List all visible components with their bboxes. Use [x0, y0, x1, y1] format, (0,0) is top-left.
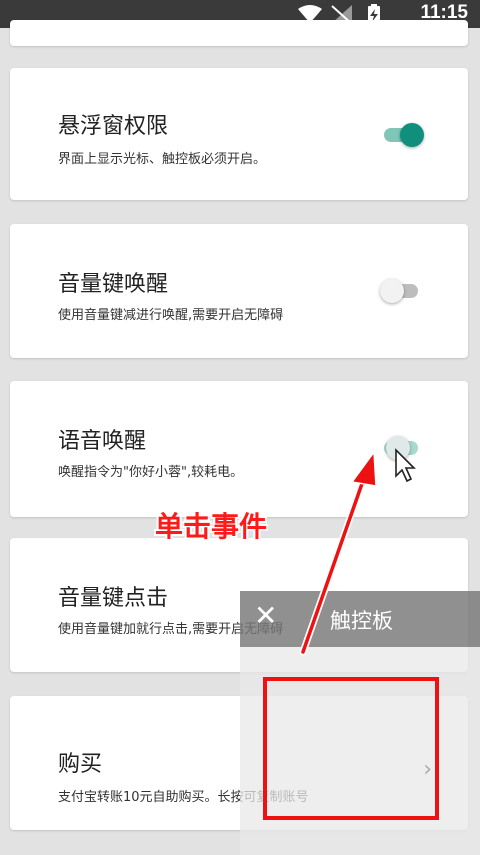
annotation-arrow-icon: [299, 449, 377, 656]
annotation-label: 单击事件: [155, 510, 268, 543]
mouse-cursor-icon: [395, 448, 416, 483]
annotation-overlay: [299, 448, 416, 656]
